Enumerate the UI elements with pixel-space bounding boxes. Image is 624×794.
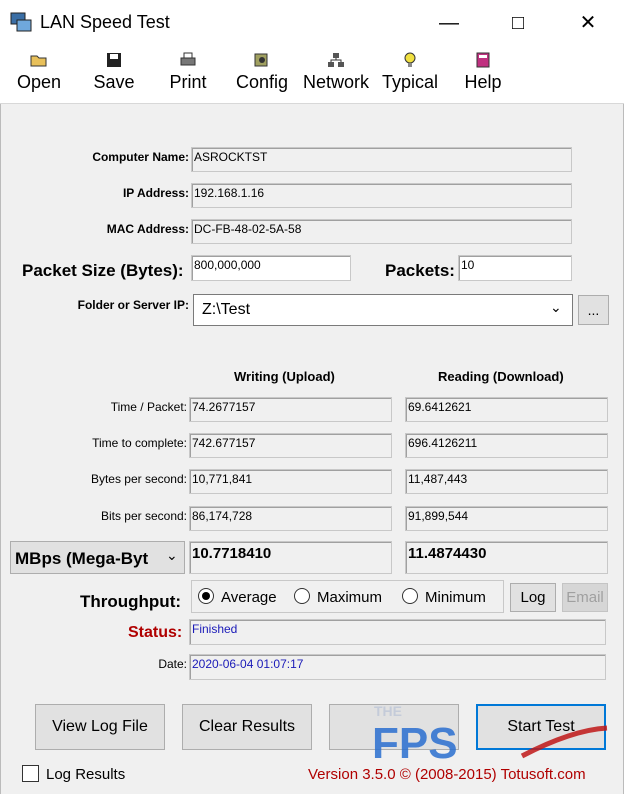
read-mbps-field: 11.4874430 — [405, 541, 608, 574]
status-label: Status: — [128, 624, 183, 641]
radio-average-label: Average — [221, 589, 277, 606]
unit-select[interactable]: MBps (Mega-Byt ⌄ — [10, 541, 185, 574]
printer-icon — [179, 52, 197, 68]
throughput-label: Throughput: — [80, 592, 182, 611]
date-field: 2020-06-04 01:07:17 — [189, 654, 606, 680]
toolbar-save-label: Save — [93, 72, 135, 92]
log-button[interactable]: Log — [510, 583, 556, 612]
toolbar-save-button[interactable]: Save — [90, 46, 138, 103]
computer-name-field: ASROCKTST — [191, 147, 572, 172]
radio-minimum-label: Minimum — [425, 589, 486, 606]
radio-minimum[interactable] — [402, 588, 418, 604]
toolbar-help-button[interactable]: Help — [460, 46, 506, 103]
view-log-button[interactable]: View Log File — [35, 704, 165, 750]
browse-button[interactable]: ... — [578, 295, 609, 325]
packets-input[interactable]: 10 — [458, 255, 572, 281]
folder-select[interactable]: Z:\Test ⌄ — [193, 294, 573, 326]
mac-address-field: DC-FB-48-02-5A-58 — [191, 219, 572, 244]
version-text: Version 3.5.0 © (2008-2015) Totusoft.com — [308, 766, 586, 783]
toolbar-open-button[interactable]: Open — [12, 46, 66, 103]
toolbar-network-button[interactable]: Network — [300, 46, 372, 103]
mac-address-label: MAC Address: — [106, 222, 189, 236]
bits-per-second-write: 86,174,728 — [189, 506, 392, 531]
floppy-disk-icon — [105, 52, 123, 68]
packet-size-label: Packet Size (Bytes): — [22, 261, 184, 280]
toolbar: Open Save Print Config Network Typical H… — [0, 46, 624, 104]
unit-select-value: MBps (Mega-Byt — [15, 549, 149, 568]
time-per-packet-label: Time / Packet: — [110, 400, 187, 414]
chevron-down-icon: ⌄ — [166, 547, 178, 563]
toolbar-help-label: Help — [464, 72, 502, 92]
close-icon[interactable]: ✕ — [576, 12, 600, 34]
maximize-icon[interactable]: □ — [506, 12, 530, 34]
ip-address-label: IP Address: — [122, 186, 189, 200]
toolbar-print-button[interactable]: Print — [164, 46, 212, 103]
computer-name-label: Computer Name: — [92, 150, 189, 164]
open-folder-icon — [30, 52, 48, 68]
radio-average[interactable] — [198, 588, 214, 604]
radio-maximum-label: Maximum — [317, 589, 383, 606]
reading-header: Reading (Download) — [438, 369, 564, 384]
network-icon — [327, 52, 345, 68]
bits-per-second-label: Bits per second: — [100, 509, 187, 523]
writing-header: Writing (Upload) — [234, 369, 335, 384]
disabled-button — [329, 704, 459, 750]
clear-results-button[interactable]: Clear Results — [182, 704, 312, 750]
toolbar-open-label: Open — [16, 72, 62, 92]
title-bar: LAN Speed Test — □ ✕ — [0, 0, 624, 46]
app-icon — [10, 11, 32, 33]
time-to-complete-write: 742.677157 — [189, 433, 392, 458]
bytes-per-second-label: Bytes per second: — [90, 472, 187, 486]
lightbulb-icon — [401, 52, 419, 68]
toolbar-config-label: Config — [235, 72, 289, 92]
bytes-per-second-read: 11,487,443 — [405, 469, 608, 494]
log-results-checkbox[interactable] — [22, 765, 39, 782]
time-per-packet-write: 74.2677157 — [189, 397, 392, 422]
bytes-per-second-write: 10,771,841 — [189, 469, 392, 494]
status-field: Finished — [189, 619, 606, 645]
chevron-down-icon: ⌄ — [550, 299, 562, 315]
ip-address-field: 192.168.1.16 — [191, 183, 572, 208]
radio-maximum[interactable] — [294, 588, 310, 604]
toolbar-typical-button[interactable]: Typical — [380, 46, 440, 103]
write-mbps-field: 10.7718410 — [189, 541, 392, 574]
time-to-complete-label: Time to complete: — [92, 436, 187, 450]
toolbar-config-button[interactable]: Config — [232, 46, 292, 103]
start-test-button[interactable]: Start Test — [476, 704, 606, 750]
log-results-label: Log Results — [46, 766, 126, 783]
minimize-icon[interactable]: — — [437, 12, 461, 34]
folder-label: Folder or Server IP: — [77, 298, 189, 312]
email-button[interactable]: Email — [562, 583, 608, 612]
packets-label: Packets: — [385, 261, 455, 280]
toolbar-print-label: Print — [169, 72, 207, 92]
packet-size-input[interactable]: 800,000,000 — [191, 255, 351, 281]
window-title: LAN Speed Test — [40, 12, 170, 32]
toolbar-network-label: Network — [302, 72, 369, 92]
folder-value: Z:\Test — [202, 301, 251, 318]
bits-per-second-read: 91,899,544 — [405, 506, 608, 531]
time-to-complete-read: 696.4126211 — [405, 433, 608, 458]
date-label: Date: — [158, 657, 187, 671]
help-book-icon — [474, 52, 492, 68]
toolbar-typical-label: Typical — [381, 72, 439, 92]
time-per-packet-read: 69.6412621 — [405, 397, 608, 422]
config-icon — [253, 52, 271, 68]
